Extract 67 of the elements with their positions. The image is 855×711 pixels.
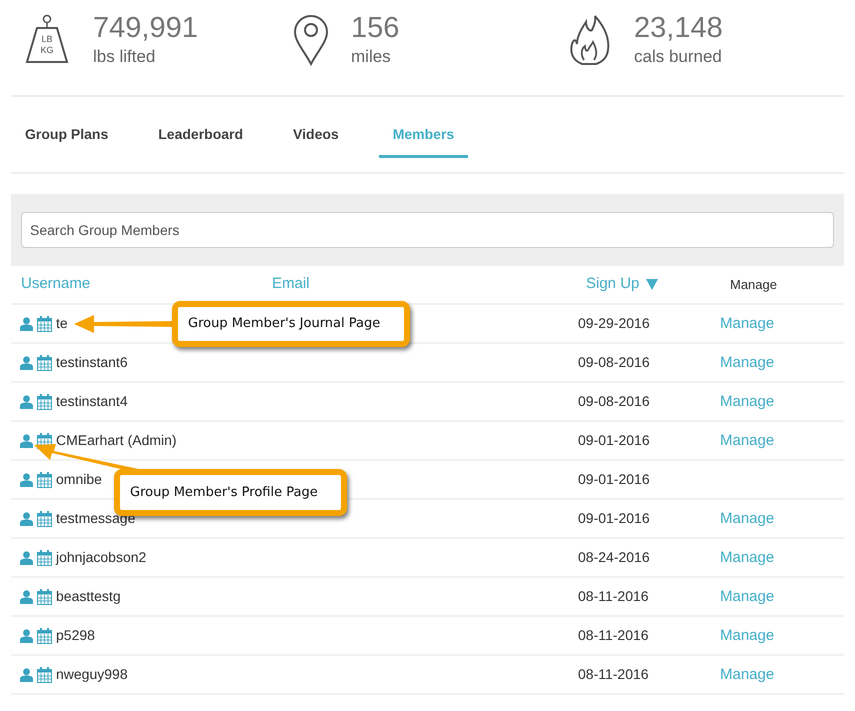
manage-link[interactable]: Manage xyxy=(720,392,774,410)
username: beasttestg xyxy=(56,587,121,606)
tab[interactable]: Members xyxy=(378,114,468,158)
signup-date: 08-11-2016 xyxy=(578,588,649,604)
stat-value: 749,991 xyxy=(93,11,198,46)
manage-link[interactable]: Manage xyxy=(720,548,774,566)
username: testinstant6 xyxy=(56,353,128,372)
signup-date: 09-01-2016 xyxy=(578,470,650,486)
tab[interactable]: Group Plans xyxy=(15,114,118,158)
person-icon[interactable] xyxy=(20,394,33,408)
person-icon[interactable] xyxy=(20,590,33,604)
calendar-icon[interactable] xyxy=(37,588,52,604)
manage-link[interactable]: Manage xyxy=(720,626,774,644)
stat-value: 156 xyxy=(351,11,400,46)
callout-label: Group Member's Profile Page xyxy=(114,469,347,516)
signup-date: 09-08-2016 xyxy=(578,392,650,408)
signup-date: 09-29-2016 xyxy=(578,314,650,330)
signup-date: 08-11-2016 xyxy=(578,666,649,682)
username: p5298 xyxy=(56,626,95,645)
signup-date: 08-11-2016 xyxy=(578,626,649,642)
flame-icon xyxy=(568,14,612,66)
calendar-icon[interactable] xyxy=(37,550,52,566)
person-icon[interactable] xyxy=(20,550,33,564)
manage-link[interactable]: Manage xyxy=(720,510,774,526)
search-field[interactable]: Search Group Members xyxy=(21,212,834,248)
calendar-icon[interactable] xyxy=(37,666,52,682)
username: nweguy998 xyxy=(56,665,128,684)
person-icon[interactable] xyxy=(20,316,33,330)
calendar-icon[interactable] xyxy=(37,394,52,410)
person-icon[interactable] xyxy=(20,472,33,486)
calendar-icon[interactable] xyxy=(37,628,52,644)
signup-date: 09-01-2016 xyxy=(578,432,650,448)
stat-label: cals burned xyxy=(634,46,723,68)
username: te xyxy=(56,314,68,333)
calendar-icon[interactable] xyxy=(37,472,52,488)
username: CMEarhart (Admin) xyxy=(56,431,177,450)
column-header: Manage xyxy=(730,276,777,294)
tab[interactable]: Leaderboard xyxy=(148,114,254,158)
person-icon[interactable] xyxy=(20,628,33,642)
column-header[interactable]: Username xyxy=(21,273,90,296)
stat-label: lbs lifted xyxy=(93,46,156,68)
manage-link[interactable]: Manage xyxy=(720,666,774,682)
tab[interactable]: Videos xyxy=(283,114,349,158)
manage-link[interactable]: Manage xyxy=(720,588,774,604)
location-pin-icon xyxy=(293,14,329,66)
username: testinstant4 xyxy=(56,392,128,411)
manage-link[interactable]: Manage xyxy=(720,314,774,332)
signup-date: 09-01-2016 xyxy=(578,510,650,526)
manage-link[interactable]: Manage xyxy=(720,432,774,448)
stat-label: miles xyxy=(351,46,392,68)
person-icon[interactable] xyxy=(20,668,33,682)
column-header[interactable]: Email xyxy=(272,273,310,296)
person-icon[interactable] xyxy=(20,356,33,370)
sort-descending-icon[interactable] xyxy=(646,279,658,290)
person-icon[interactable] xyxy=(20,512,33,526)
stat-value: 23,148 xyxy=(634,11,723,46)
person-icon[interactable] xyxy=(20,434,33,448)
calendar-icon[interactable] xyxy=(37,316,52,332)
username: johnjacobson2 xyxy=(56,548,146,567)
calendar-icon[interactable] xyxy=(37,510,52,526)
username: omnibe xyxy=(56,470,102,489)
signup-date: 08-24-2016 xyxy=(578,548,650,564)
calendar-icon[interactable] xyxy=(37,354,52,370)
signup-date: 09-08-2016 xyxy=(578,354,650,370)
column-header[interactable]: Sign Up xyxy=(586,273,640,296)
manage-link[interactable]: Manage xyxy=(720,354,774,370)
callout-label: Group Member's Journal Page xyxy=(172,301,410,347)
